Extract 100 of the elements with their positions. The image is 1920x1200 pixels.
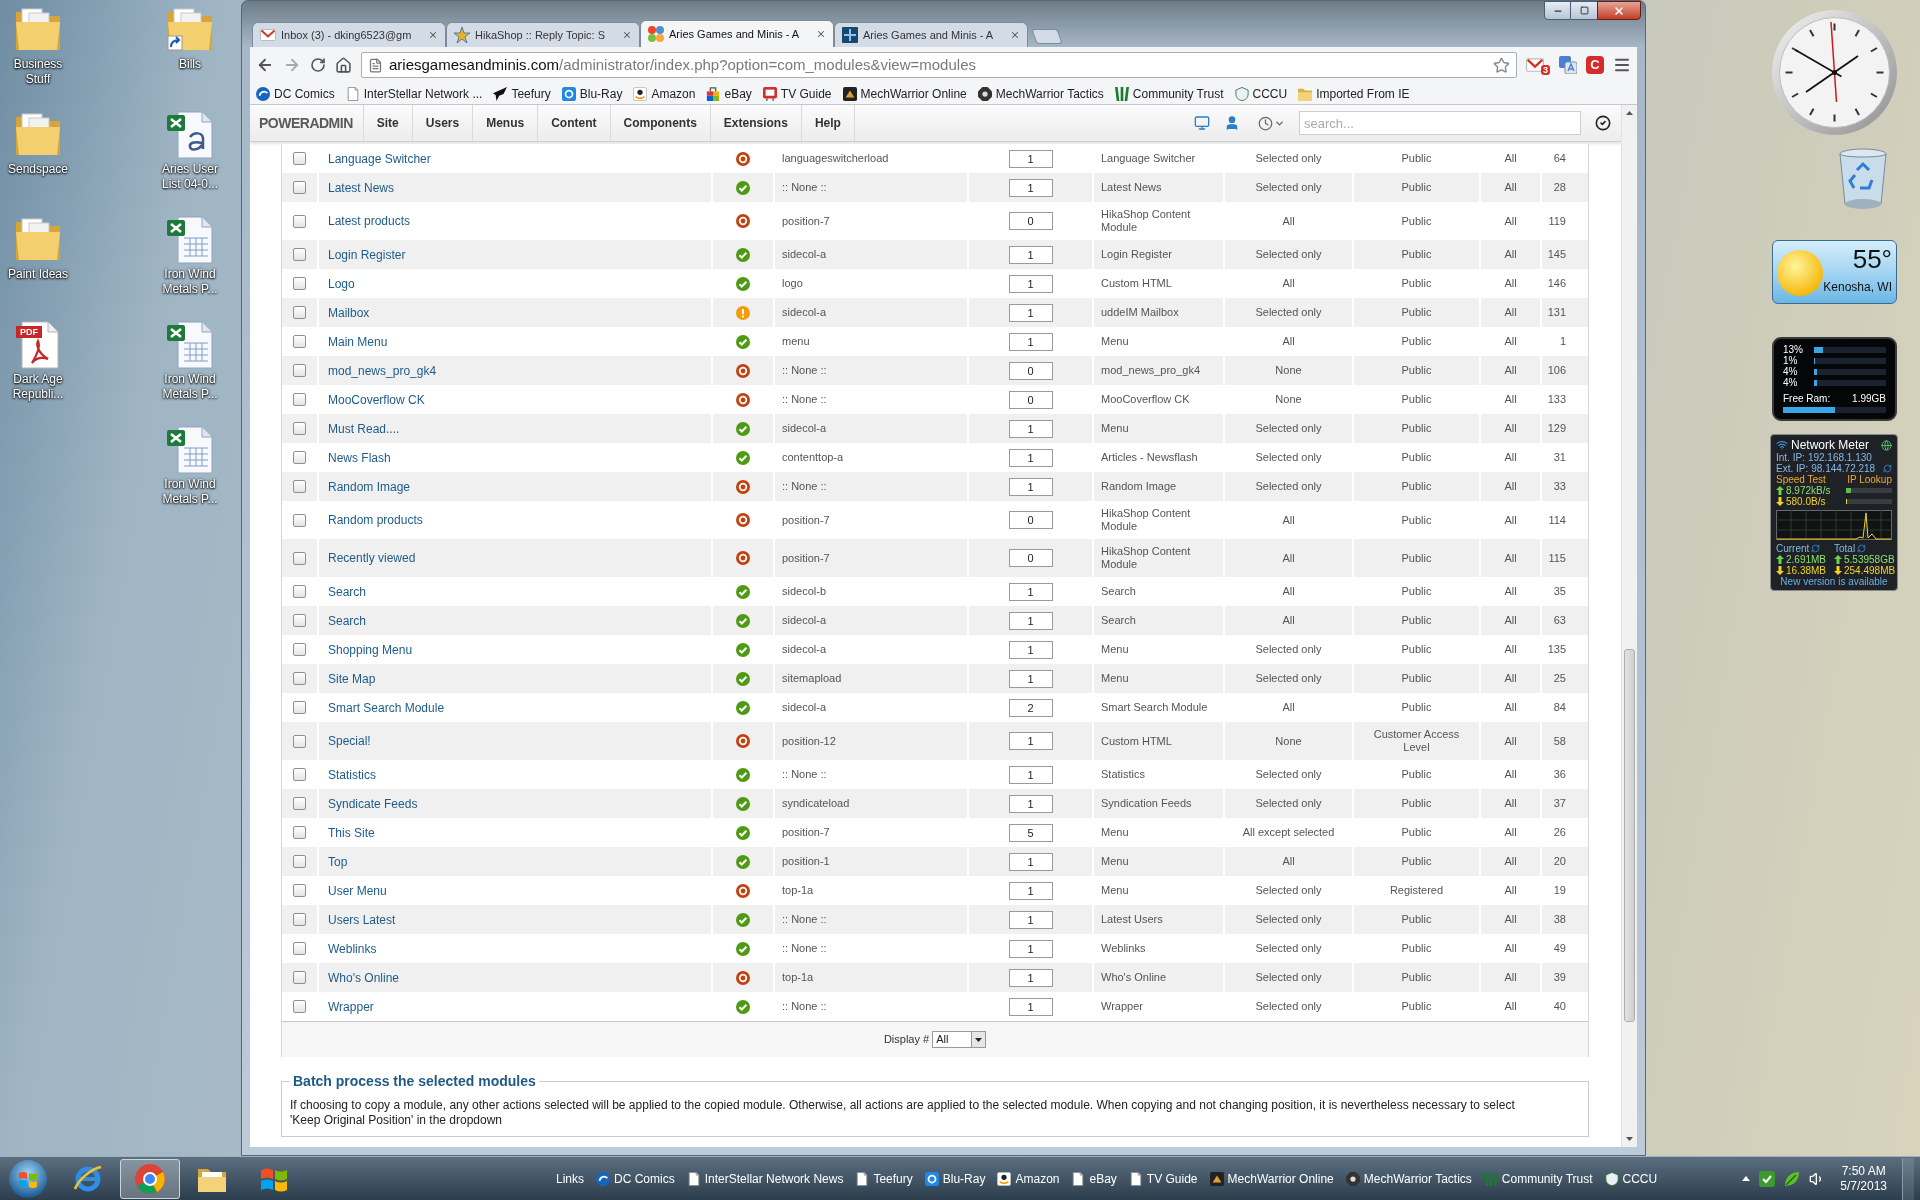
ring-circle-icon[interactable] (736, 151, 750, 166)
row-checkbox[interactable] (293, 214, 306, 228)
order-field[interactable]: 1 (1008, 611, 1053, 630)
taskbar-link[interactable]: MechWarrior Online (1209, 1169, 1334, 1188)
bookmark-link[interactable]: DC Comics (256, 84, 335, 103)
module-link[interactable]: Search (328, 611, 367, 630)
menu-item[interactable]: Content (538, 105, 611, 141)
module-link[interactable]: Random products (328, 511, 423, 529)
check-circle-icon[interactable] (736, 276, 750, 291)
check-circle-icon[interactable] (736, 334, 750, 349)
search-field[interactable]: search... (1299, 111, 1581, 135)
row-checkbox[interactable] (293, 248, 306, 261)
order-field[interactable]: 1 (1008, 997, 1053, 1016)
module-link[interactable]: Mailbox (328, 303, 370, 322)
row-checkbox[interactable] (293, 797, 306, 810)
ring-circle-icon[interactable] (736, 479, 750, 494)
ring-circle-icon[interactable] (736, 513, 750, 527)
refresh-icon[interactable] (1811, 544, 1821, 553)
row-checkbox[interactable] (293, 942, 306, 955)
row-checkbox[interactable] (293, 451, 306, 464)
row-checkbox[interactable] (293, 306, 306, 319)
check-circle-icon[interactable] (736, 613, 750, 628)
spreadsheet-icon[interactable] (166, 321, 214, 369)
row-checkbox[interactable] (293, 701, 306, 714)
order-field[interactable]: 1 (1008, 149, 1053, 168)
ip-lookup-link[interactable]: IP Lookup (1847, 474, 1892, 485)
taskbar-link[interactable]: Teefury (855, 1169, 913, 1188)
check-circle-icon[interactable] (736, 999, 750, 1014)
clock-time[interactable]: 7:50 AM (1841, 1163, 1886, 1179)
taskbar-link[interactable]: MechWarrior Tactics (1345, 1169, 1472, 1188)
order-field[interactable]: 0 (1008, 390, 1053, 409)
maximize-button[interactable] (1571, 1, 1597, 20)
check-square-icon[interactable] (1759, 1170, 1776, 1187)
ring-circle-icon[interactable] (736, 214, 750, 228)
menu-item[interactable]: Menus (473, 105, 539, 141)
module-link[interactable]: User Menu (328, 881, 387, 900)
browser-tab[interactable]: HikaShop :: Reply Topic: S (446, 22, 640, 47)
module-link[interactable]: Statistics (328, 765, 376, 784)
row-checkbox[interactable] (293, 1000, 306, 1013)
close-icon[interactable] (816, 29, 826, 39)
module-link[interactable]: Users Latest (328, 910, 396, 929)
row-checkbox[interactable] (293, 513, 306, 527)
ring-circle-icon[interactable] (736, 392, 750, 407)
order-field[interactable]: 2 (1008, 698, 1053, 717)
check-circle-icon[interactable] (736, 941, 750, 956)
row-checkbox[interactable] (293, 181, 306, 194)
site-logo[interactable]: POWERADMIN (250, 105, 364, 141)
translate-icon[interactable] (1559, 56, 1577, 74)
check-circle-icon[interactable] (736, 421, 750, 436)
clock-date[interactable]: 5/7/2013 (1840, 1178, 1887, 1194)
spreadsheet-document-icon[interactable] (166, 111, 214, 159)
show-desktop-button[interactable] (1902, 1157, 1914, 1200)
menu-item[interactable]: Help (801, 105, 855, 141)
order-field[interactable]: 1 (1008, 794, 1053, 813)
module-link[interactable]: This Site (328, 823, 375, 842)
module-link[interactable]: MooCoverflow CK (328, 390, 425, 409)
row-checkbox[interactable] (293, 585, 306, 598)
menu-item[interactable]: Site (363, 105, 413, 141)
module-link[interactable]: Weblinks (328, 939, 377, 958)
ring-circle-icon[interactable] (736, 363, 750, 378)
spreadsheet-icon[interactable] (166, 216, 214, 264)
menu-item[interactable]: Users (412, 105, 474, 141)
module-link[interactable]: Top (328, 852, 348, 871)
taskbar-link[interactable]: CCCU (1604, 1169, 1658, 1188)
check-circle-icon[interactable] (736, 854, 750, 869)
order-field[interactable]: 1 (1008, 448, 1053, 467)
order-field[interactable]: 0 (1008, 511, 1053, 529)
row-checkbox[interactable] (293, 971, 306, 984)
refresh-icon[interactable] (1883, 464, 1892, 473)
recycle-bin-icon[interactable] (1838, 148, 1888, 210)
row-checkbox[interactable] (293, 277, 306, 290)
check-circle-icon[interactable] (736, 247, 750, 262)
row-checkbox[interactable] (293, 364, 306, 377)
check-circle-icon[interactable] (736, 912, 750, 927)
order-field[interactable]: 1 (1008, 419, 1053, 438)
bookmark-link[interactable]: Imported From IE (1298, 84, 1410, 103)
refresh-icon[interactable] (1857, 544, 1867, 553)
module-link[interactable]: Latest News (328, 178, 395, 197)
module-link[interactable]: Syndicate Feeds (328, 794, 418, 813)
check-circle-icon[interactable] (736, 825, 750, 840)
user-icon[interactable] (1224, 115, 1240, 131)
module-link[interactable]: Wrapper (328, 997, 374, 1016)
check-circle-icon[interactable] (736, 642, 750, 657)
module-link[interactable]: Special! (328, 732, 371, 750)
order-field[interactable]: 1 (1008, 852, 1053, 871)
order-field[interactable]: 1 (1008, 765, 1053, 784)
bookmark-link[interactable]: Teefury (493, 84, 551, 103)
caret-up-icon[interactable] (1742, 1176, 1751, 1181)
extension-button[interactable]: C (1586, 56, 1604, 74)
check-circle-icon[interactable] (1595, 115, 1611, 131)
order-field[interactable]: 1 (1008, 245, 1053, 264)
check-circle-icon[interactable] (736, 180, 750, 195)
order-field[interactable]: 1 (1008, 732, 1053, 750)
check-circle-icon[interactable] (736, 767, 750, 782)
module-link[interactable]: Search (328, 582, 367, 601)
order-field[interactable]: 1 (1008, 669, 1053, 688)
check-circle-icon[interactable] (736, 450, 750, 465)
row-checkbox[interactable] (293, 614, 306, 627)
module-link[interactable]: Language Switcher (328, 149, 431, 168)
order-field[interactable]: 5 (1008, 823, 1053, 842)
